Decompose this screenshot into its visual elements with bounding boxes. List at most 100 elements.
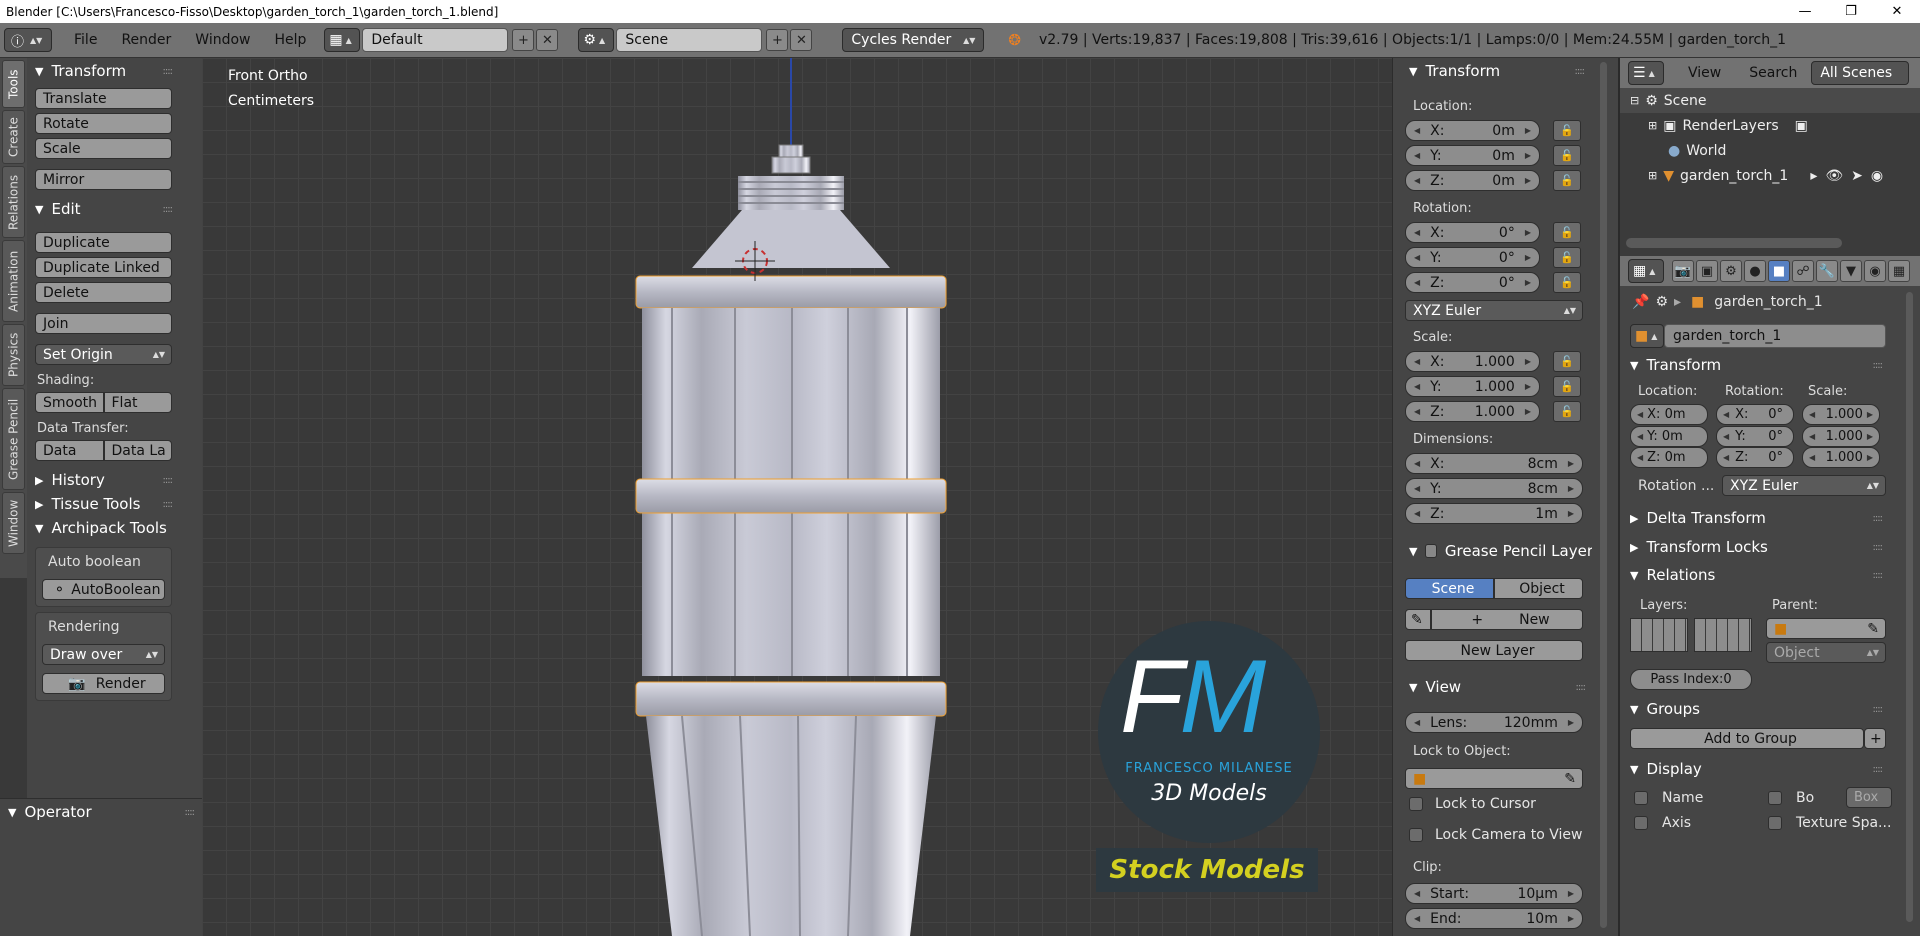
- menu-help[interactable]: Help: [262, 32, 318, 48]
- tab-grease-pencil[interactable]: Grease Pencil: [2, 388, 25, 490]
- menu-file[interactable]: File: [62, 32, 109, 48]
- scale-z-field[interactable]: ◀ Z: 1.000 ▶: [1405, 401, 1540, 422]
- outliner-editor-icon[interactable]: ☰ ▲: [1628, 61, 1664, 85]
- render-button[interactable]: 📷 Render: [42, 673, 165, 694]
- props-transform-header[interactable]: ▼ Transform::::: [1620, 352, 1890, 378]
- lock-object-field[interactable]: ■ ✎: [1405, 768, 1583, 789]
- data-tab-icon[interactable]: ▼: [1840, 260, 1862, 282]
- remove-scene-icon[interactable]: ✕: [790, 29, 813, 51]
- pencil-icon[interactable]: ✎: [1405, 609, 1431, 630]
- outliner-scrollbar[interactable]: [1626, 238, 1842, 248]
- display-header[interactable]: ▼ Display::::: [1620, 756, 1890, 782]
- outliner-view-menu[interactable]: View: [1688, 65, 1721, 81]
- new-layer-button[interactable]: New Layer: [1405, 640, 1583, 661]
- lock-to-cursor-checkbox[interactable]: [1409, 797, 1423, 811]
- display-bounds-option[interactable]: Bo: [1768, 790, 1814, 806]
- display-axis-option[interactable]: Axis: [1634, 815, 1691, 831]
- lock-icon[interactable]: 🔓: [1553, 351, 1581, 372]
- world-tab-icon[interactable]: ●: [1744, 260, 1766, 282]
- props-scale-y[interactable]: ◀ 1.000 ▶: [1802, 426, 1880, 447]
- grip-icon[interactable]: ::::: [1873, 764, 1884, 775]
- lock-icon[interactable]: 🔓: [1553, 170, 1581, 191]
- material-tab-icon[interactable]: ◉: [1864, 260, 1886, 282]
- remove-screen-icon[interactable]: ✕: [536, 29, 559, 51]
- object-tab-icon[interactable]: ■: [1768, 260, 1790, 282]
- tab-physics[interactable]: Physics: [2, 324, 25, 386]
- props-location-z[interactable]: ◀ Z: 0m: [1630, 447, 1708, 468]
- outliner-row-garden-torch[interactable]: ⊞ ▼ garden_torch_1 ▸ 👁 ➤ ◉: [1620, 163, 1920, 188]
- renderlayers-toggle-icon[interactable]: ▣: [1795, 118, 1808, 134]
- grip-icon[interactable]: ::::: [1873, 542, 1884, 553]
- rotate-button[interactable]: Rotate: [35, 113, 172, 134]
- dimension-z-field[interactable]: ◀ Z: 1m ▶: [1405, 503, 1583, 524]
- panel-history-header[interactable]: ▶ History::::: [27, 467, 180, 493]
- properties-editor-icon[interactable]: ▦ ▲: [1628, 259, 1664, 283]
- grease-pencil-header[interactable]: ▼ Grease Pencil Layer: [1393, 538, 1593, 564]
- layers-grid-a[interactable]: [1630, 618, 1688, 652]
- lock-icon[interactable]: 🔓: [1553, 272, 1581, 293]
- duplicate-linked-button[interactable]: Duplicate Linked: [35, 257, 172, 278]
- props-location-x[interactable]: ◀ X: 0m: [1630, 404, 1708, 425]
- outliner-row-world[interactable]: ● World: [1620, 138, 1920, 163]
- scale-x-field[interactable]: ◀ X: 1.000 ▶: [1405, 351, 1540, 372]
- lock-icon[interactable]: 🔓: [1553, 401, 1581, 422]
- lock-icon[interactable]: 🔓: [1553, 247, 1581, 268]
- render-tab-icon[interactable]: 📷: [1672, 260, 1694, 282]
- grip-icon[interactable]: ::::: [1873, 513, 1884, 524]
- clip-start-field[interactable]: ◀ Start: 10µm ▶: [1405, 883, 1583, 904]
- props-scale-z[interactable]: ◀ 1.000 ▶: [1802, 447, 1880, 468]
- layers-tab-icon[interactable]: ▣: [1696, 260, 1718, 282]
- data-button[interactable]: Data: [35, 440, 104, 461]
- lock-icon[interactable]: 🔓: [1553, 145, 1581, 166]
- maximize-icon[interactable]: ❐: [1828, 0, 1874, 23]
- lock-camera-option[interactable]: Lock Camera to View: [1409, 827, 1583, 843]
- texture-space-checkbox[interactable]: [1768, 816, 1782, 830]
- rotation-z-field[interactable]: ◀ Z: 0° ▶: [1405, 272, 1540, 293]
- lock-icon[interactable]: 🔓: [1553, 376, 1581, 397]
- npanel-scrollbar[interactable]: [1600, 62, 1607, 928]
- minimize-icon[interactable]: —: [1782, 0, 1828, 23]
- constraints-tab-icon[interactable]: ☍: [1792, 260, 1814, 282]
- tab-window[interactable]: Window: [2, 492, 25, 554]
- rotation-x-field[interactable]: ◀ X: 0° ▶: [1405, 222, 1540, 243]
- add-to-group-button[interactable]: Add to Group: [1630, 728, 1864, 749]
- parent-type-dropdown[interactable]: Object ▲▼: [1766, 642, 1886, 663]
- grip-icon[interactable]: ::::: [185, 807, 196, 818]
- add-screen-icon[interactable]: +: [512, 29, 535, 51]
- groups-header[interactable]: ▼ Groups::::: [1620, 696, 1890, 722]
- menu-render[interactable]: Render: [109, 32, 183, 48]
- delete-button[interactable]: Delete: [35, 282, 172, 303]
- location-x-field[interactable]: ◀ X: 0m ▶: [1405, 120, 1540, 141]
- relations-header[interactable]: ▼ Relations::::: [1620, 562, 1890, 588]
- object-datablock-icon[interactable]: ■ ▲: [1630, 324, 1664, 348]
- layers-grid-b[interactable]: [1694, 618, 1752, 652]
- duplicate-button[interactable]: Duplicate: [35, 232, 172, 253]
- eyedropper-icon[interactable]: ✎: [1564, 771, 1576, 787]
- panel-operator-header[interactable]: ▼ Operator::::: [0, 799, 202, 825]
- outliner-filter-dropdown[interactable]: All Scenes: [1811, 61, 1910, 85]
- rotation-y-field[interactable]: ◀ Y: 0° ▶: [1405, 247, 1540, 268]
- add-scene-icon[interactable]: +: [766, 29, 789, 51]
- tab-tools[interactable]: Tools: [2, 60, 25, 108]
- tab-create[interactable]: Create: [2, 110, 25, 164]
- draw-over-dropdown[interactable]: Draw over ▲▼: [42, 644, 165, 665]
- display-name-option[interactable]: Name: [1634, 790, 1703, 806]
- grip-icon[interactable]: ::::: [1873, 360, 1884, 371]
- parent-field[interactable]: ■ ✎: [1766, 618, 1886, 639]
- set-origin-dropdown[interactable]: Set Origin ▲▼: [35, 344, 172, 365]
- grip-icon[interactable]: ::::: [1873, 570, 1884, 581]
- n-transform-header[interactable]: ▼ Transform::::: [1393, 58, 1592, 84]
- lock-to-cursor-option[interactable]: Lock to Cursor: [1409, 796, 1536, 812]
- cursor-select-icon[interactable]: ➤: [1851, 168, 1863, 184]
- gp-new-button[interactable]: + New: [1431, 609, 1583, 630]
- location-y-field[interactable]: ◀ Y: 0m ▶: [1405, 145, 1540, 166]
- clip-end-field[interactable]: ◀ End: 10m ▶: [1405, 908, 1583, 929]
- scene-tab-icon[interactable]: ⚙: [1720, 260, 1742, 282]
- axis-checkbox[interactable]: [1634, 816, 1648, 830]
- scene-field[interactable]: Scene: [616, 28, 763, 52]
- scale-y-field[interactable]: ◀ Y: 1.000 ▶: [1405, 376, 1540, 397]
- screen-layout-icon[interactable]: ▦ ▲: [324, 28, 361, 52]
- dimension-x-field[interactable]: ◀ X: 8cm ▶: [1405, 453, 1583, 474]
- grip-icon[interactable]: ::::: [163, 499, 174, 510]
- gp-scene-button[interactable]: Scene: [1405, 578, 1494, 599]
